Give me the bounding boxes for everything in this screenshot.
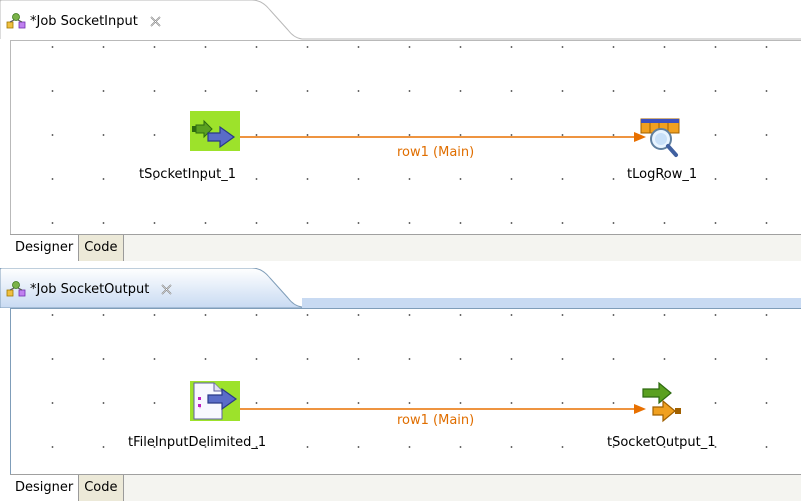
close-icon[interactable]	[150, 15, 161, 27]
main-row-link[interactable]	[240, 127, 648, 147]
component-label: tFileInputDelimited_1	[128, 435, 267, 450]
editor-tab-bar: *Job SocketOutput	[0, 268, 801, 308]
close-icon[interactable]	[161, 283, 172, 295]
tab-title: *Job SocketInput	[30, 13, 138, 29]
designer-canvas[interactable]: tFileInputDelimited_1 row1 (Main) tSocke…	[10, 308, 801, 475]
component-tsocketoutput[interactable]	[639, 379, 685, 425]
component-label: tSocketOutput_1	[607, 435, 716, 450]
subtab-code[interactable]: Code	[79, 475, 124, 501]
job-editor-socket-output: *Job SocketOutput tFileInputDelimited_1	[0, 268, 801, 504]
editor-tab-bar: *Job SocketInput	[0, 0, 801, 40]
component-tlogrow[interactable]	[639, 117, 683, 161]
job-icon	[6, 281, 26, 297]
socket-output-icon	[642, 381, 681, 423]
subtab-designer[interactable]: Designer	[10, 235, 80, 261]
editor-subtabs: Designer Code	[10, 234, 801, 261]
component-label: tLogRow_1	[627, 167, 698, 182]
component-label: tSocketInput_1	[139, 167, 237, 182]
link-label: row1 (Main)	[397, 413, 475, 428]
tab-job-socket-input[interactable]: *Job SocketInput	[6, 9, 161, 33]
subtab-designer[interactable]: Designer	[10, 475, 80, 501]
logrow-icon	[640, 118, 680, 157]
editor-subtabs: Designer Code	[10, 474, 801, 501]
file-input-delimited-icon	[190, 381, 240, 421]
subtab-code[interactable]: Code	[79, 235, 124, 261]
tab-job-socket-output[interactable]: *Job SocketOutput	[6, 277, 172, 301]
link-label: row1 (Main)	[397, 145, 475, 160]
job-icon	[6, 13, 26, 29]
tab-title: *Job SocketOutput	[30, 281, 150, 297]
socket-input-icon	[190, 111, 240, 151]
component-tsocketinput[interactable]	[190, 111, 240, 151]
component-tfileinputdelimited[interactable]	[190, 381, 240, 421]
job-editor-socket-input: *Job SocketInput tSocketInput_1 row1 (Ma…	[0, 0, 801, 268]
designer-canvas[interactable]: tSocketInput_1 row1 (Main) tLogRow_1	[10, 40, 801, 235]
